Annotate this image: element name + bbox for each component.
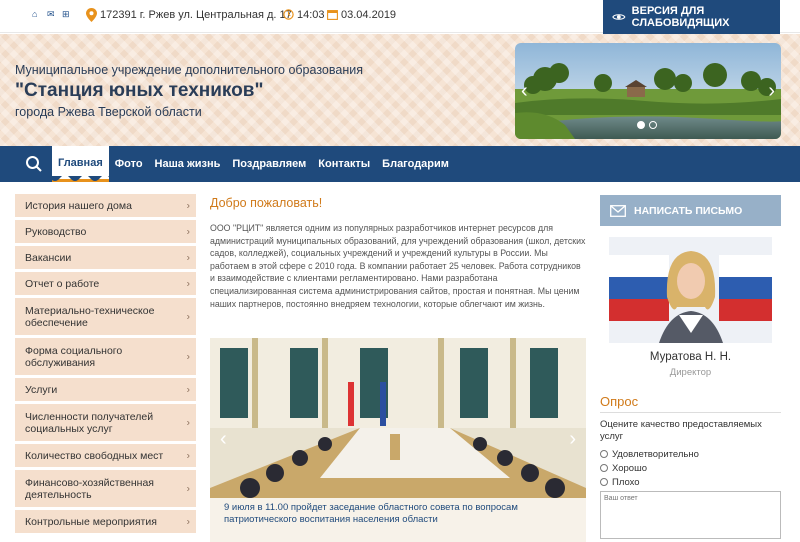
director-photo (609, 237, 772, 343)
nav-wave-border (0, 176, 800, 181)
site-title[interactable]: "Станция юных техников" (15, 80, 263, 102)
slider-dot-active[interactable] (637, 121, 645, 129)
accessibility-version-label: ВЕРСИЯ ДЛЯ СЛАБОВИДЯЩИХ (631, 5, 730, 29)
chevron-right-icon: › (186, 516, 190, 527)
sidebar-item-label: Руководство (25, 225, 87, 238)
org-location: города Ржева Тверской области (15, 105, 202, 119)
poll-title: Опрос (600, 394, 639, 409)
chevron-right-icon: › (186, 278, 190, 289)
search-icon[interactable] (25, 155, 43, 173)
time-text: 14:03 (297, 9, 325, 21)
news-caption[interactable]: 9 июля в 11.00 пройдет заседание областн… (210, 498, 586, 542)
chevron-right-icon: › (186, 226, 190, 237)
radio-button[interactable] (600, 450, 608, 458)
site-header: Муниципальное учреждение дополнительного… (0, 34, 800, 146)
chevron-right-icon: › (186, 252, 190, 263)
sidebar-item-management[interactable]: Руководство › (15, 220, 196, 243)
poll-option-bad[interactable]: Плохо (600, 475, 699, 489)
date-text: 03.04.2019 (341, 9, 397, 21)
sidebar-item-label: Численности получателей социальных услуг (25, 410, 154, 435)
sidebar-item-inspections[interactable]: Контрольные мероприятия › (15, 510, 196, 533)
top-icons: ⌂ ✉ ⊞ (32, 10, 71, 19)
mail-icon[interactable]: ✉ (47, 10, 56, 19)
sidebar-item-finance[interactable]: Финансово-хозяйственная деятельность › (15, 470, 196, 507)
eye-icon (612, 14, 626, 20)
slider-next-arrow-icon[interactable]: › (768, 81, 775, 101)
welcome-text: ООО "РЦИТ" является одним из популярных … (210, 223, 586, 309)
chevron-right-icon: › (186, 483, 190, 494)
chevron-right-icon: › (186, 351, 190, 362)
poll-option-good[interactable]: Хорошо (600, 461, 699, 475)
director-role: Директор (669, 367, 712, 378)
write-letter-button[interactable]: НАПИСАТЬ ПИСЬМО (600, 195, 781, 226)
poll-divider (600, 412, 781, 413)
sidebar-item-vacancies[interactable]: Вакансии › (15, 246, 196, 269)
envelope-icon (610, 204, 626, 217)
poll-answer-input[interactable] (600, 491, 781, 539)
slider-dot[interactable] (649, 121, 657, 129)
poll-option-satisfactory[interactable]: Удовлетворительно (600, 447, 699, 461)
chevron-right-icon: › (186, 450, 190, 461)
accessibility-version-button[interactable]: ВЕРСИЯ ДЛЯ СЛАБОВИДЯЩИХ (603, 0, 780, 34)
poll-options: Удовлетворительно Хорошо Плохо (600, 447, 699, 489)
location-pin-icon (86, 8, 97, 22)
top-bar: ⌂ ✉ ⊞ 172391 г. Ржев ул. Центральная д. … (0, 0, 800, 34)
sidebar-item-services[interactable]: Услуги › (15, 378, 196, 401)
sidebar-item-service-form[interactable]: Форма социального обслуживания › (15, 338, 196, 375)
radio-button[interactable] (600, 464, 608, 472)
director-name: Муратова Н. Н. (649, 351, 732, 363)
sidebar-item-history[interactable]: История нашего дома › (15, 194, 196, 217)
header-slider[interactable]: ‹ › (515, 43, 781, 139)
sidebar-item-label: Вакансии (25, 251, 72, 264)
news-prev-arrow-icon[interactable]: ‹ (220, 428, 227, 451)
home-icon[interactable]: ⌂ (32, 10, 41, 19)
radio-button[interactable] (600, 478, 608, 486)
sidebar-item-label: Форма социального обслуживания (25, 344, 123, 369)
clock-icon (283, 9, 294, 20)
sidebar-item-label: Количество свободных мест (25, 449, 164, 462)
welcome-title: Добро пожаловать! (210, 196, 323, 210)
sidebar-item-label: Финансово-хозяйственная деятельность (25, 476, 154, 501)
poll-option-label: Плохо (612, 476, 640, 488)
write-letter-label: НАПИСАТЬ ПИСЬМО (634, 204, 743, 217)
news-slider[interactable]: ‹ › 9 июля в 11.00 пройдет заседание обл… (210, 338, 586, 542)
sidebar-item-report[interactable]: Отчет о работе › (15, 272, 196, 295)
sidebar-item-label: Контрольные мероприятия (25, 515, 157, 528)
chevron-right-icon: › (186, 417, 190, 428)
sitemap-icon[interactable]: ⊞ (62, 10, 71, 19)
calendar-icon (327, 10, 338, 20)
chevron-right-icon: › (186, 200, 190, 211)
chevron-right-icon: › (186, 311, 190, 322)
sidebar-item-label: Услуги (25, 383, 58, 396)
address-text: 172391 г. Ржев ул. Центральная д. 17 (100, 9, 292, 21)
sidebar-menu: История нашего дома › Руководство › Ваканс… (15, 194, 196, 536)
poll-option-label: Хорошо (612, 462, 647, 474)
slider-dots (637, 121, 657, 129)
sidebar-item-recipients[interactable]: Численности получателей социальных услуг… (15, 404, 196, 441)
sidebar-item-label: История нашего дома (25, 199, 132, 212)
slider-prev-arrow-icon[interactable]: ‹ (521, 81, 528, 101)
news-next-arrow-icon[interactable]: › (569, 428, 576, 451)
poll-question: Оцените качество предоставляемых услуг (600, 419, 762, 442)
poll-option-label: Удовлетворительно (612, 448, 699, 460)
sidebar-item-free-places[interactable]: Количество свободных мест › (15, 444, 196, 467)
org-type: Муниципальное учреждение дополнительного… (15, 63, 363, 77)
sidebar-item-label: Отчет о работе (25, 277, 100, 290)
sidebar-item-equipment[interactable]: Материально-техническое обеспечение › (15, 298, 196, 335)
sidebar-item-label: Материально-техническое обеспечение (25, 304, 155, 329)
chevron-right-icon: › (186, 384, 190, 395)
